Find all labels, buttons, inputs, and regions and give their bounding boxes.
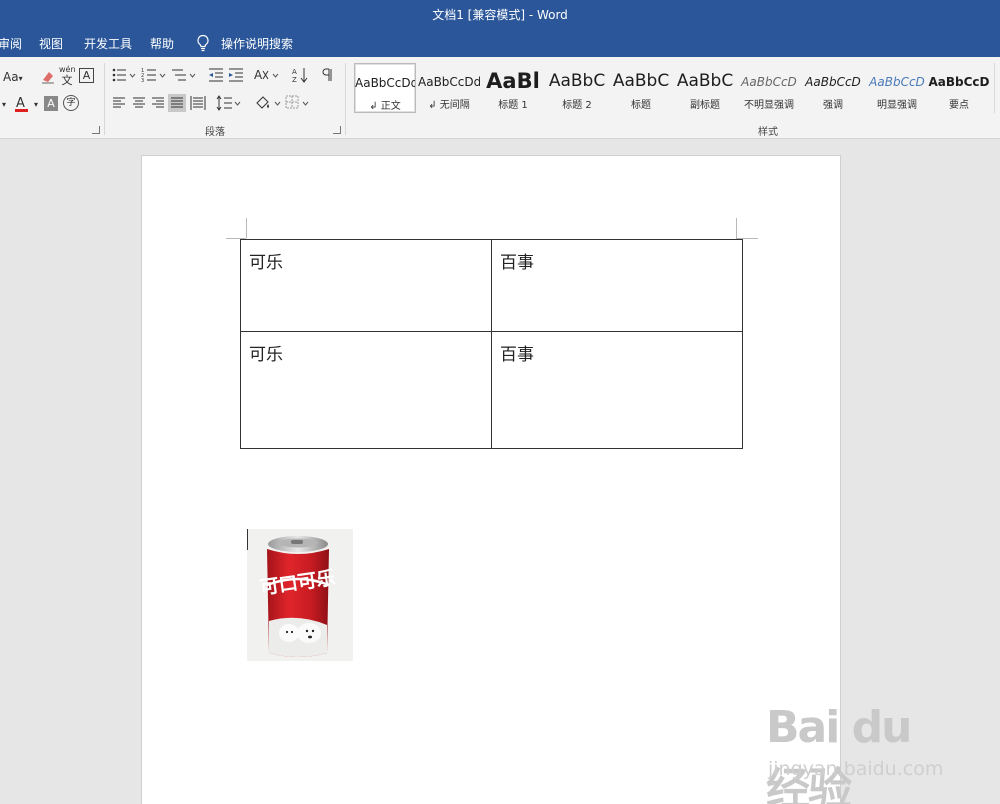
watermark-url: jingyan.baidu.com [768,758,944,780]
multilevel-list-icon[interactable] [171,67,197,83]
style-subtle-emphasis[interactable]: AaBbCcD 不明显强调 [738,63,800,113]
phonetic-guide-button[interactable]: wén 文 [59,64,76,86]
crop-mark [736,218,737,238]
table-cell[interactable]: 可乐 [240,331,492,449]
align-center-icon[interactable] [132,96,146,110]
style-emphasis[interactable]: AaBbCcD 强调 [802,63,864,113]
show-formatting-marks-icon[interactable] [320,67,334,83]
line-spacing-icon[interactable] [216,95,242,111]
style-intense-emphasis[interactable]: AaBbCcD 明显强调 [866,63,928,113]
lightbulb-icon[interactable] [196,34,210,52]
cola-can-image[interactable]: 可口可乐 [247,529,353,661]
table-cell[interactable]: 可乐 [240,239,492,332]
borders-icon[interactable] [285,95,311,111]
title-bar: 文档1 [兼容模式] - Word [0,0,1000,28]
watermark-logo: Bai du 经验 [766,702,912,804]
shading-icon[interactable] [254,95,282,111]
numbering-icon[interactable]: 123 [141,67,167,83]
svg-text:A: A [292,68,297,76]
character-border-icon[interactable]: A [79,68,94,83]
sort-icon[interactable]: A Z [292,66,310,84]
paragraph-group-label: 段落 [205,127,225,138]
asian-layout-icon[interactable]: A [254,67,280,83]
style-title[interactable]: AaBbC 标题 [610,63,672,113]
table-cell[interactable]: 百事 [491,239,743,332]
font-color-icon[interactable]: A [13,95,31,113]
baidu-watermark: Bai du 经验 jingyan.baidu.com [760,700,960,804]
enclose-characters-icon[interactable]: 字 [63,95,79,111]
increase-indent-icon[interactable] [228,67,244,83]
font-dialog-launcher-icon[interactable] [92,126,100,134]
styles-group-label: 样式 [758,127,778,138]
style-subtitle[interactable]: AaBbC 副标题 [674,63,736,113]
svg-text:A: A [254,68,263,82]
style-strong[interactable]: AaBbCcD 要点 [928,63,990,113]
table-row: 可乐 百事 [240,331,743,449]
ribbon: Aa▾ wén 文 A ▾ A ▾ A 字 123 A A Z 段落 AaBbC… [0,57,1000,139]
clear-formatting-icon[interactable] [40,69,56,85]
document-table: 可乐 百事 可乐 百事 [240,239,743,449]
decrease-indent-icon[interactable] [208,67,224,83]
bullets-icon[interactable] [111,67,137,83]
character-shading-icon[interactable]: A [44,96,58,111]
tab-view[interactable]: 视图 [39,35,63,52]
table-cell[interactable]: 百事 [491,331,743,449]
svg-text:3: 3 [141,78,144,83]
style-heading-1[interactable]: AaBl 标题 1 [482,63,544,113]
justify-icon[interactable] [168,94,186,112]
text-cursor [247,529,248,550]
style-heading-2[interactable]: AaBbC 标题 2 [546,63,608,113]
tab-review[interactable]: 审阅 [0,35,22,52]
paragraph-dialog-launcher-icon[interactable] [333,126,341,134]
crop-mark [246,218,247,238]
style-no-spacing[interactable]: AaBbCcDd ↲ 无间隔 [418,63,480,113]
tab-developer[interactable]: 开发工具 [84,35,132,52]
window-title: 文档1 [兼容模式] - Word [432,8,568,22]
svg-text:A: A [16,96,25,111]
align-right-icon[interactable] [151,96,165,110]
change-case-button[interactable]: Aa▾ [3,69,23,87]
ribbon-tab-row: 审阅 视图 开发工具 帮助 操作说明搜索 [0,28,1000,57]
align-left-icon[interactable] [112,96,126,110]
tell-me-search[interactable]: 操作说明搜索 [221,35,293,52]
tab-help[interactable]: 帮助 [150,35,174,52]
style-normal[interactable]: AaBbCcDd ↲ 正文 [354,63,416,113]
distributed-icon[interactable] [190,95,206,111]
svg-text:Z: Z [292,76,297,84]
table-row: 可乐 百事 [240,239,743,332]
